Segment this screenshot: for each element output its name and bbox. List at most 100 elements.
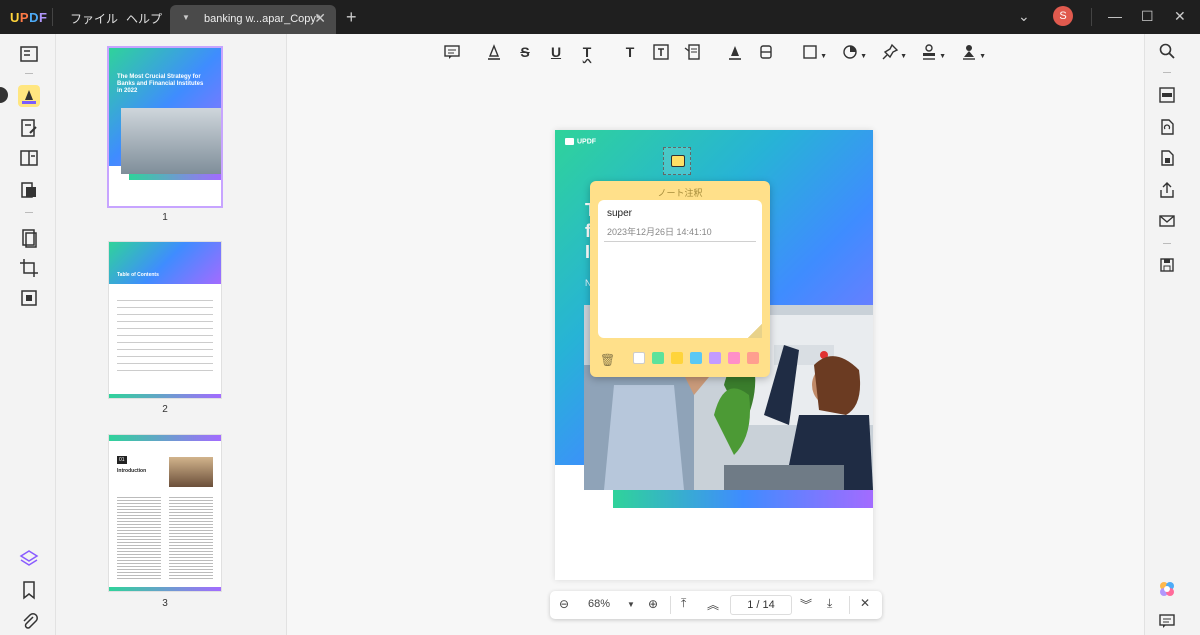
zoom-out-icon[interactable]: ⊖	[559, 597, 569, 611]
page-number-input[interactable]: 1 / 14	[730, 595, 792, 615]
ocr-icon[interactable]	[1158, 86, 1176, 104]
note-color-pink[interactable]	[728, 352, 740, 364]
reader-icon[interactable]	[18, 43, 40, 65]
last-page-icon[interactable]: ⤓	[827, 596, 832, 611]
thumbnail-page-3[interactable]: 01 Introduction	[109, 435, 221, 591]
comment-annotation-marker[interactable]	[663, 147, 691, 175]
sticker-tool-icon[interactable]: ▼	[841, 43, 867, 61]
stamp-tool-icon[interactable]: ▼	[920, 43, 946, 61]
next-page-icon[interactable]: ︾	[800, 596, 812, 613]
strikethrough-tool-icon[interactable]: S	[516, 43, 534, 61]
right-tool-rail	[1144, 34, 1200, 635]
eraser-tool-icon[interactable]	[757, 43, 775, 61]
minimize-icon[interactable]: —	[1108, 8, 1122, 24]
edit-pdf-icon[interactable]	[18, 117, 40, 139]
thumb-strip	[109, 435, 221, 441]
form-icon[interactable]	[18, 147, 40, 169]
note-color-white[interactable]	[633, 352, 645, 364]
note-color-green[interactable]	[652, 352, 664, 364]
zoom-in-icon[interactable]: ⊕	[648, 597, 658, 611]
app-logo: UPDF	[10, 10, 48, 25]
thumbnail-page-number: 3	[162, 598, 168, 609]
thumb-photo	[169, 457, 213, 487]
pin-tool-icon[interactable]: ▼	[881, 43, 907, 61]
new-tab-icon[interactable]: +	[346, 7, 357, 28]
note-text-area[interactable]: super 2023年12月26日 14:41:10	[598, 200, 762, 338]
search-icon[interactable]	[1158, 42, 1176, 60]
avatar[interactable]: S	[1053, 6, 1073, 26]
thumb-toc-lines	[117, 294, 213, 374]
chevron-down-icon[interactable]: ⌄	[1018, 8, 1030, 25]
title-separator	[1091, 8, 1092, 26]
rail-separator	[25, 212, 33, 213]
textbox-tool-icon[interactable]	[652, 43, 670, 61]
note-divider	[604, 241, 756, 242]
note-color-yellow[interactable]	[671, 352, 683, 364]
title-bar: UPDF ファイル ヘルプ ▼ banking w...apar_Copy* ✕…	[0, 0, 1200, 34]
maximize-icon[interactable]: ☐	[1141, 8, 1154, 25]
pages-icon[interactable]	[18, 227, 40, 249]
document-tab[interactable]: ▼ banking w...apar_Copy* ✕	[170, 5, 336, 34]
title-separator	[52, 8, 53, 26]
note-color-salmon[interactable]	[747, 352, 759, 364]
menu-help[interactable]: ヘルプ	[126, 10, 162, 27]
thumbnail-page-number: 2	[162, 404, 168, 415]
previous-page-icon[interactable]: ︽	[707, 596, 719, 613]
highlight-tool-icon[interactable]	[485, 43, 503, 61]
ai-assistant-icon[interactable]	[1158, 580, 1176, 598]
text-tool-icon[interactable]: T	[621, 43, 639, 61]
text-callout-tool-icon[interactable]	[683, 43, 701, 61]
share-icon[interactable]	[1158, 181, 1176, 199]
pencil-tool-icon[interactable]	[726, 43, 744, 61]
attachment-icon[interactable]	[18, 610, 40, 632]
crop-icon[interactable]	[18, 257, 40, 279]
zoom-dropdown-icon[interactable]: ▼	[627, 600, 635, 609]
rail-separator	[1163, 72, 1171, 73]
convert-icon[interactable]	[1158, 118, 1176, 136]
comment-tool-icon[interactable]	[18, 85, 40, 107]
close-pagebar-icon[interactable]: ✕	[860, 596, 870, 610]
thumb-strip	[109, 394, 221, 398]
thumbnail-page-number: 1	[162, 212, 168, 223]
note-annotation-popup: ノート注釈 super 2023年12月26日 14:41:10 🗑	[590, 181, 770, 377]
rail-separator	[1163, 243, 1171, 244]
close-window-icon[interactable]: ✕	[1174, 8, 1186, 25]
sticky-note-tool-icon[interactable]	[443, 43, 461, 61]
bookmark-icon[interactable]	[18, 579, 40, 601]
tab-dropdown-icon[interactable]: ▼	[182, 13, 190, 22]
underline-tool-icon[interactable]: U	[547, 43, 565, 61]
layers-icon[interactable]	[18, 547, 40, 569]
thumbnail-page-2[interactable]: Table of Contents	[109, 242, 221, 398]
note-author: super	[607, 208, 633, 219]
thumbnail-page-1[interactable]: The Most Crucial Strategy for Banks and …	[109, 48, 221, 206]
signature-tool-icon[interactable]: ▼	[960, 43, 986, 61]
left-tool-rail	[0, 34, 56, 635]
page-brand: UPDF	[565, 138, 596, 145]
trash-icon[interactable]: 🗑	[600, 353, 615, 367]
save-icon[interactable]	[1158, 256, 1176, 274]
thumb-strip	[109, 587, 221, 591]
note-color-blue[interactable]	[690, 352, 702, 364]
protect-icon[interactable]	[18, 287, 40, 309]
zoom-level[interactable]: 68%	[588, 598, 610, 610]
thumb-photo	[121, 108, 221, 174]
pagebar-separator	[849, 596, 850, 614]
thumb-chapter-number: 01	[117, 456, 127, 464]
compress-icon[interactable]	[1158, 149, 1176, 167]
note-color-purple[interactable]	[709, 352, 721, 364]
menu-file[interactable]: ファイル	[70, 10, 118, 27]
email-icon[interactable]	[1158, 212, 1176, 230]
tab-close-icon[interactable]: ✕	[314, 10, 326, 27]
shape-tool-icon[interactable]: ▼	[801, 43, 827, 61]
squiggly-tool-icon[interactable]: T	[578, 43, 596, 61]
tab-title: banking w...apar_Copy*	[204, 13, 321, 25]
page-separator: /	[756, 599, 760, 611]
comments-panel-icon[interactable]	[1158, 612, 1176, 630]
thumb-strip	[129, 174, 221, 180]
page-navigation-bar: ⊖ 68% ▼ ⊕ ⤒ ︽ 1 / 14 ︾ ⤓ ✕	[550, 591, 882, 619]
note-timestamp: 2023年12月26日 14:41:10	[607, 227, 712, 237]
first-page-icon[interactable]: ⤒	[681, 596, 686, 611]
organize-pages-icon[interactable]	[18, 179, 40, 201]
document-view: S U T T ▼ ▼ ▼ ▼ ▼ UPDF f I N ノート注釈 super…	[287, 34, 1144, 635]
thumb-title: Table of Contents	[117, 272, 159, 278]
